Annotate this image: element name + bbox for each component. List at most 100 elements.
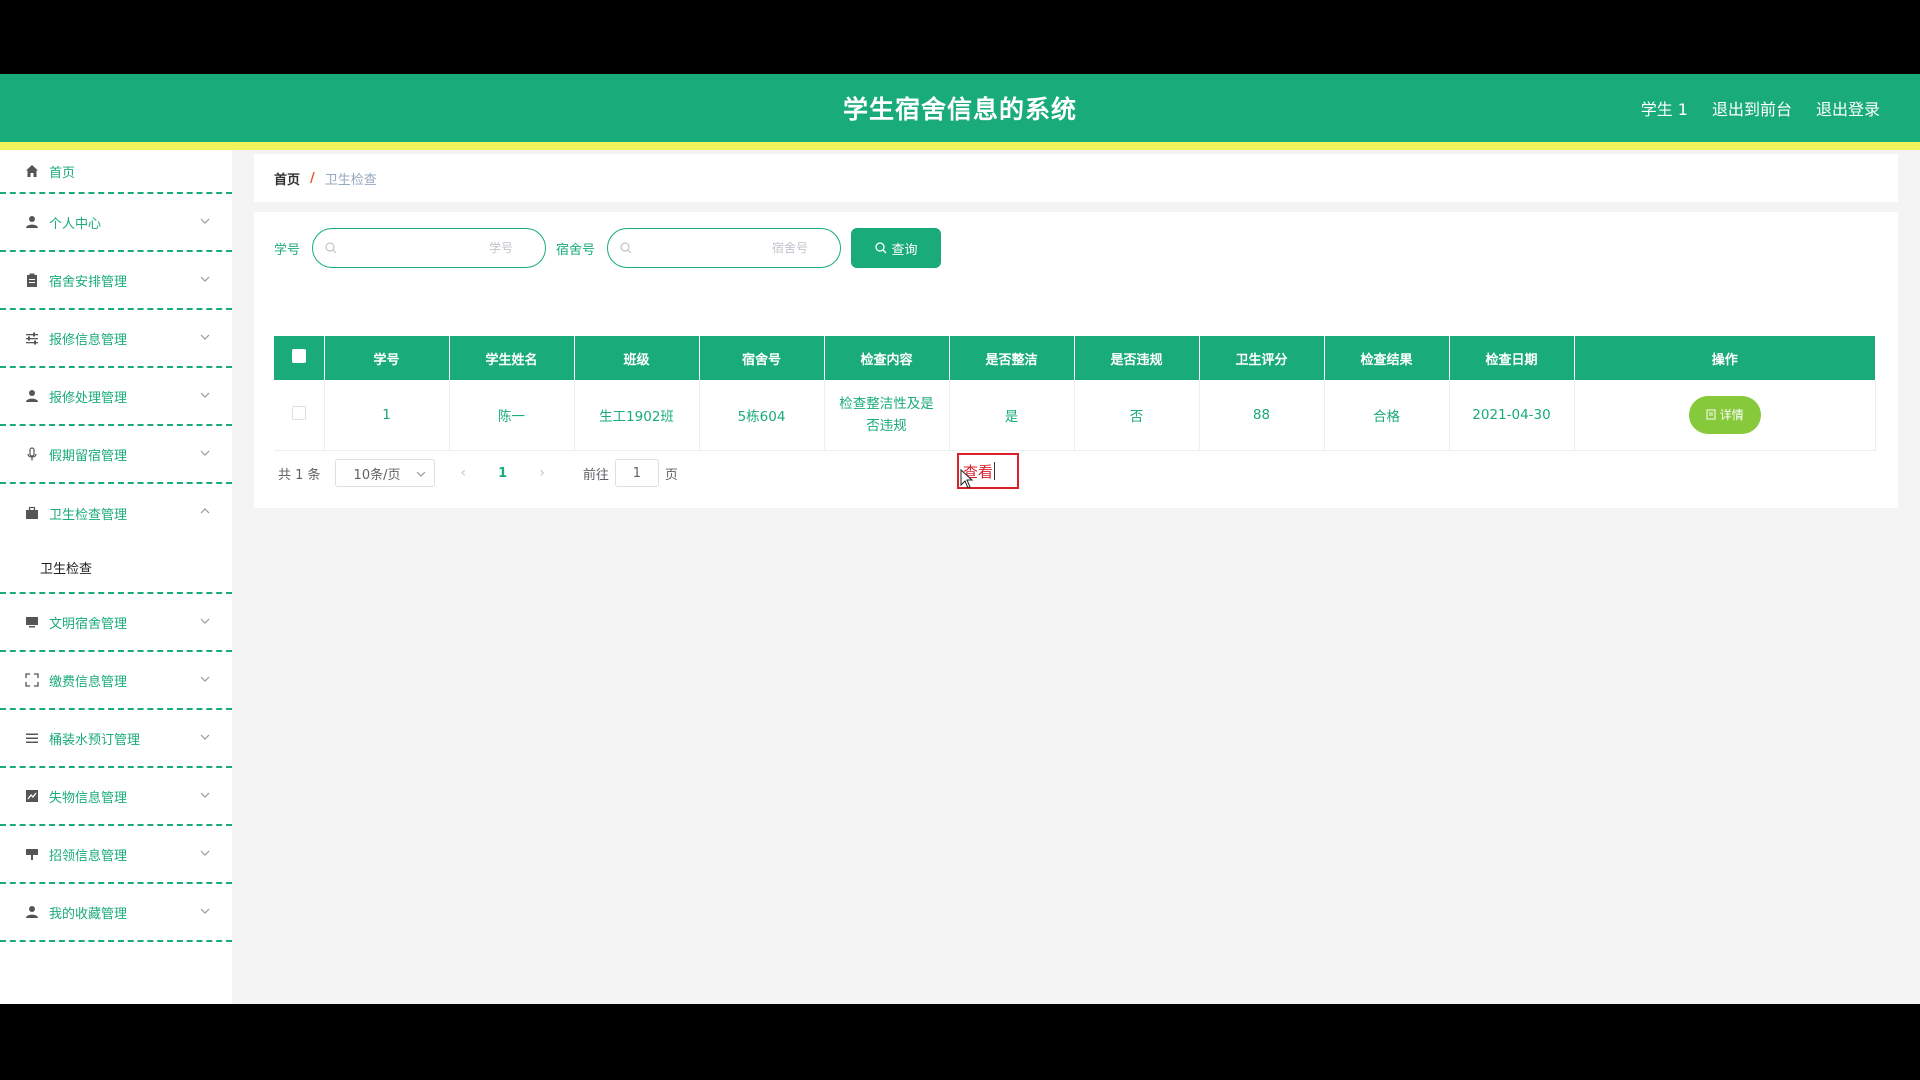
- pagination: 共 1 条 10条/页 ‹ 1 › 前往 1 页: [278, 459, 678, 487]
- dorm-number-label: 宿舍号: [556, 242, 596, 258]
- goto-label: 前往: [582, 467, 609, 483]
- clipboard-icon: [24, 272, 40, 288]
- breadcrumb-separator: /: [310, 170, 315, 186]
- sidebar-item-label: 宿舍安排管理: [49, 274, 128, 290]
- column-header: 检查结果: [1324, 336, 1450, 380]
- pagination-total: 共 1 条: [278, 467, 321, 483]
- cell-content: 检查整洁性及是否违规: [824, 380, 950, 451]
- sidebar-item-home[interactable]: 首页: [0, 150, 232, 194]
- cell-result: 合格: [1324, 380, 1450, 451]
- sidebar-item-label: 我的收藏管理: [49, 906, 128, 922]
- sidebar-item-repair-info[interactable]: 报修信息管理: [0, 310, 232, 368]
- chevron-down-icon: [200, 276, 210, 282]
- sidebar-subitem-hygiene-check[interactable]: 卫生检查: [0, 542, 232, 594]
- cell-violation: 否: [1074, 380, 1200, 451]
- next-page-icon[interactable]: ›: [539, 465, 545, 481]
- sidebar-item-dorm-arrangement[interactable]: 宿舍安排管理: [0, 252, 232, 310]
- detail-button-label: 详情: [1719, 408, 1744, 423]
- app-screen: 学生宿舍信息的系统 学生 1 退出到前台 退出登录 首页 个人中心 宿舍安排管理…: [0, 74, 1920, 1004]
- chevron-up-icon: [200, 508, 210, 514]
- sidebar-item-civilized-dorm[interactable]: 文明宿舍管理: [0, 594, 232, 652]
- fullscreen-icon: [24, 672, 40, 688]
- sidebar-item-label: 报修信息管理: [49, 332, 128, 348]
- sidebar-item-holiday-stay[interactable]: 假期留宿管理: [0, 426, 232, 484]
- chevron-down-icon: [200, 450, 210, 456]
- select-all-cell[interactable]: [274, 336, 325, 380]
- sidebar-item-repair-process[interactable]: 报修处理管理: [0, 368, 232, 426]
- sidebar-item-found-items[interactable]: 招领信息管理: [0, 826, 232, 884]
- chart-icon: [24, 788, 40, 804]
- dorm-number-input[interactable]: [638, 237, 809, 259]
- sidebar-item-label: 首页: [49, 165, 76, 181]
- chevron-down-icon: [200, 850, 210, 856]
- logout-link[interactable]: 退出登录: [1816, 96, 1880, 120]
- chevron-down-icon: [200, 392, 210, 398]
- cell-dorm: 5栋604: [699, 380, 825, 451]
- chevron-down-icon: [416, 471, 425, 477]
- column-header: 操作: [1574, 336, 1876, 380]
- current-user[interactable]: 学生 1: [1641, 96, 1688, 120]
- search-icon: [620, 242, 632, 254]
- student-id-field[interactable]: [312, 228, 547, 268]
- cell-action: 详情: [1574, 380, 1876, 451]
- chevron-down-icon: [200, 734, 210, 740]
- column-header: 宿舍号: [699, 336, 825, 380]
- chevron-down-icon: [200, 334, 210, 340]
- cell-clean: 是: [949, 380, 1075, 451]
- sidebar-item-label: 卫生检查管理: [49, 507, 128, 523]
- sidebar-item-label: 失物信息管理: [49, 790, 128, 806]
- query-button[interactable]: 查询: [851, 228, 942, 268]
- column-header: 学号: [324, 336, 450, 380]
- sidebar-item-lost-items[interactable]: 失物信息管理: [0, 768, 232, 826]
- document-icon: [1706, 409, 1716, 420]
- exit-to-front-link[interactable]: 退出到前台: [1712, 96, 1792, 120]
- prev-page-icon[interactable]: ‹: [461, 465, 467, 481]
- chevron-down-icon: [200, 908, 210, 914]
- user-icon: [24, 904, 40, 920]
- goto-page-input[interactable]: 1: [614, 459, 659, 487]
- microphone-icon: [24, 446, 40, 462]
- chevron-down-icon: [200, 792, 210, 798]
- header-accent-bar: [0, 142, 1920, 150]
- breadcrumb-home[interactable]: 首页: [274, 169, 300, 188]
- home-icon: [24, 163, 40, 179]
- table-row: 1 陈一 生工1902班 5栋604 检查整洁性及是否违规 是 否 88 合格 …: [274, 380, 1876, 451]
- stamp-icon: [24, 846, 40, 862]
- app-title: 学生宿舍信息的系统: [842, 95, 1077, 124]
- sidebar-item-label: 报修处理管理: [49, 390, 128, 406]
- top-header: 学生宿舍信息的系统 学生 1 退出到前台 退出登录: [0, 74, 1920, 142]
- text-caret: [994, 462, 996, 480]
- user-icon: [24, 214, 40, 230]
- sidebar-item-payment-info[interactable]: 缴费信息管理: [0, 652, 232, 710]
- sidebar-item-label: 文明宿舍管理: [49, 616, 128, 632]
- chevron-down-icon: [200, 218, 210, 224]
- monitor-icon: [24, 614, 40, 630]
- dorm-number-field[interactable]: [607, 228, 842, 268]
- cell-student-id: 1: [324, 380, 450, 451]
- cell-student-name: 陈一: [449, 380, 575, 451]
- sidebar-item-personal-center[interactable]: 个人中心: [0, 194, 232, 252]
- page-size-value: 10条/页: [353, 467, 401, 483]
- page-size-select[interactable]: 10条/页: [334, 459, 435, 487]
- row-select-cell[interactable]: [274, 380, 325, 451]
- table-header-row: 学号 学生姓名 班级 宿舍号 检查内容 是否整洁 是否违规 卫生评分 检查结果 …: [274, 336, 1876, 380]
- main-panel: 学号 宿舍号 查询 学号 学生姓名 班级: [254, 212, 1898, 508]
- select-all-checkbox[interactable]: [291, 349, 306, 363]
- column-header: 学生姓名: [449, 336, 575, 380]
- detail-button[interactable]: 详情: [1688, 395, 1761, 434]
- row-checkbox[interactable]: [291, 405, 306, 420]
- page-number-current[interactable]: 1: [498, 466, 507, 481]
- search-icon: [874, 242, 886, 254]
- sidebar-item-hygiene-check[interactable]: 卫生检查管理: [0, 484, 232, 542]
- column-header: 检查内容: [824, 336, 950, 380]
- chevron-down-icon: [200, 676, 210, 682]
- sidebar: 首页 个人中心 宿舍安排管理 报修信息管理 报修处理管理 假期留宿管理 卫生检查…: [0, 150, 232, 1004]
- cell-date: 2021-04-30: [1449, 380, 1575, 451]
- sidebar-item-water-order[interactable]: 桶装水预订管理: [0, 710, 232, 768]
- student-id-input[interactable]: [343, 237, 514, 259]
- column-header: 卫生评分: [1199, 336, 1325, 380]
- page-unit-label: 页: [664, 467, 678, 483]
- sidebar-item-my-favorites[interactable]: 我的收藏管理: [0, 884, 232, 942]
- sidebar-item-label: 缴费信息管理: [49, 674, 128, 690]
- sidebar-item-label: 招领信息管理: [49, 848, 128, 864]
